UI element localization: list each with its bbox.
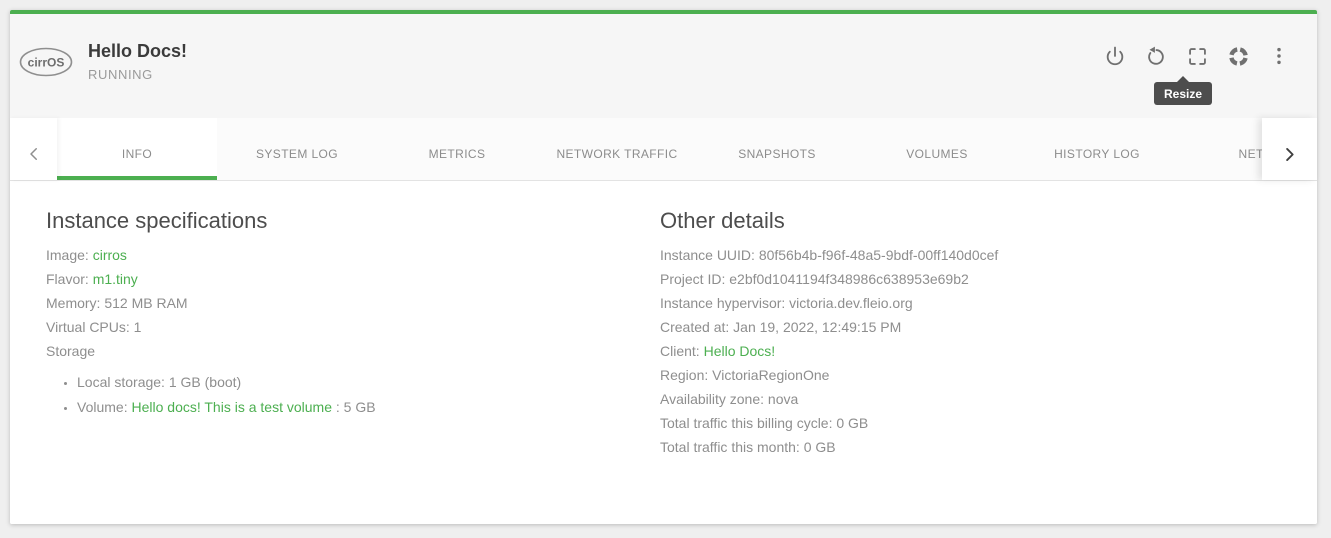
instance-title: Hello Docs! <box>88 40 187 62</box>
availability-zone-row: Availability zone: nova <box>660 387 1317 411</box>
flavor-link[interactable]: m1.tiny <box>93 271 138 287</box>
more-button[interactable] <box>1263 40 1295 72</box>
hypervisor-row: Instance hypervisor: victoria.dev.fleio.… <box>660 291 1317 315</box>
tab-snapshots[interactable]: SNAPSHOTS <box>697 118 857 180</box>
tab-info[interactable]: INFO <box>57 118 217 180</box>
cirros-logo-icon: cirrOS <box>18 44 74 80</box>
instance-header: cirrOS Hello Docs! RUNNING <box>10 14 1317 118</box>
console-donut-icon <box>1227 45 1250 68</box>
other-details-section: Other details Instance UUID: 80f56b4b-f9… <box>660 207 1317 524</box>
image-link[interactable]: cirros <box>93 247 127 263</box>
chevron-right-icon <box>1280 145 1299 164</box>
tab-network-traffic[interactable]: NETWORK TRAFFIC <box>537 118 697 180</box>
volume-link[interactable]: Hello docs! This is a test volume <box>131 399 332 415</box>
tab-history-log[interactable]: HISTORY LOG <box>1017 118 1177 180</box>
console-button[interactable] <box>1222 40 1254 72</box>
instance-uuid-row: Instance UUID: 80f56b4b-f96f-48a5-9bdf-0… <box>660 243 1317 267</box>
instance-specifications-title: Instance specifications <box>46 207 660 235</box>
instance-status: RUNNING <box>88 67 187 82</box>
reboot-button[interactable] <box>1140 40 1172 72</box>
tab-networking[interactable]: NETW <box>1177 118 1262 180</box>
region-row: Region: VictoriaRegionOne <box>660 363 1317 387</box>
storage-row: Storage <box>46 339 660 363</box>
resize-icon <box>1187 46 1208 67</box>
tab-volumes[interactable]: VOLUMES <box>857 118 1017 180</box>
tab-list: INFO SYSTEM LOG METRICS NETWORK TRAFFIC … <box>57 118 1262 180</box>
storage-list: Local storage: 1 GB (boot) Volume: Hello… <box>46 370 660 420</box>
tab-metrics[interactable]: METRICS <box>377 118 537 180</box>
tabs-scroll-right-button[interactable] <box>1262 118 1317 180</box>
header-actions <box>1099 40 1295 72</box>
vcpus-row: Virtual CPUs: 1 <box>46 315 660 339</box>
traffic-month-row: Total traffic this month: 0 GB <box>660 435 1317 459</box>
project-id-row: Project ID: e2bf0d1041194f348986c638953e… <box>660 267 1317 291</box>
volume-item: Volume: Hello docs! This is a test volum… <box>77 395 660 420</box>
power-button[interactable] <box>1099 40 1131 72</box>
resize-button[interactable] <box>1181 40 1213 72</box>
traffic-billing-cycle-row: Total traffic this billing cycle: 0 GB <box>660 411 1317 435</box>
memory-row: Memory: 512 MB RAM <box>46 291 660 315</box>
client-row: Client: Hello Docs! <box>660 339 1317 363</box>
local-storage-item: Local storage: 1 GB (boot) <box>77 370 660 395</box>
client-label: Client: <box>660 343 704 359</box>
tabs-scroll-left-button[interactable] <box>10 118 57 180</box>
svg-text:cirrOS: cirrOS <box>28 56 65 70</box>
reboot-icon <box>1145 45 1167 67</box>
tab-system-log[interactable]: SYSTEM LOG <box>217 118 377 180</box>
power-icon <box>1104 45 1126 67</box>
tab-bar: INFO SYSTEM LOG METRICS NETWORK TRAFFIC … <box>10 118 1317 181</box>
other-details-title: Other details <box>660 207 1317 235</box>
title-block: Hello Docs! RUNNING <box>88 40 187 82</box>
volume-label: Volume: <box>77 399 131 415</box>
more-vert-icon <box>1268 45 1290 67</box>
resize-tooltip: Resize <box>1154 82 1212 105</box>
chevron-left-icon <box>25 145 43 163</box>
created-at-row: Created at: Jan 19, 2022, 12:49:15 PM <box>660 315 1317 339</box>
flavor-row: Flavor: m1.tiny <box>46 267 660 291</box>
info-tab-content: Instance specifications Image: cirros Fl… <box>10 181 1317 524</box>
image-row: Image: cirros <box>46 243 660 267</box>
volume-size: : 5 GB <box>332 399 376 415</box>
instance-card: cirrOS Hello Docs! RUNNING <box>10 10 1317 524</box>
client-link[interactable]: Hello Docs! <box>704 343 776 359</box>
image-label: Image: <box>46 247 93 263</box>
instance-specifications-section: Instance specifications Image: cirros Fl… <box>46 207 660 524</box>
flavor-label: Flavor: <box>46 271 93 287</box>
